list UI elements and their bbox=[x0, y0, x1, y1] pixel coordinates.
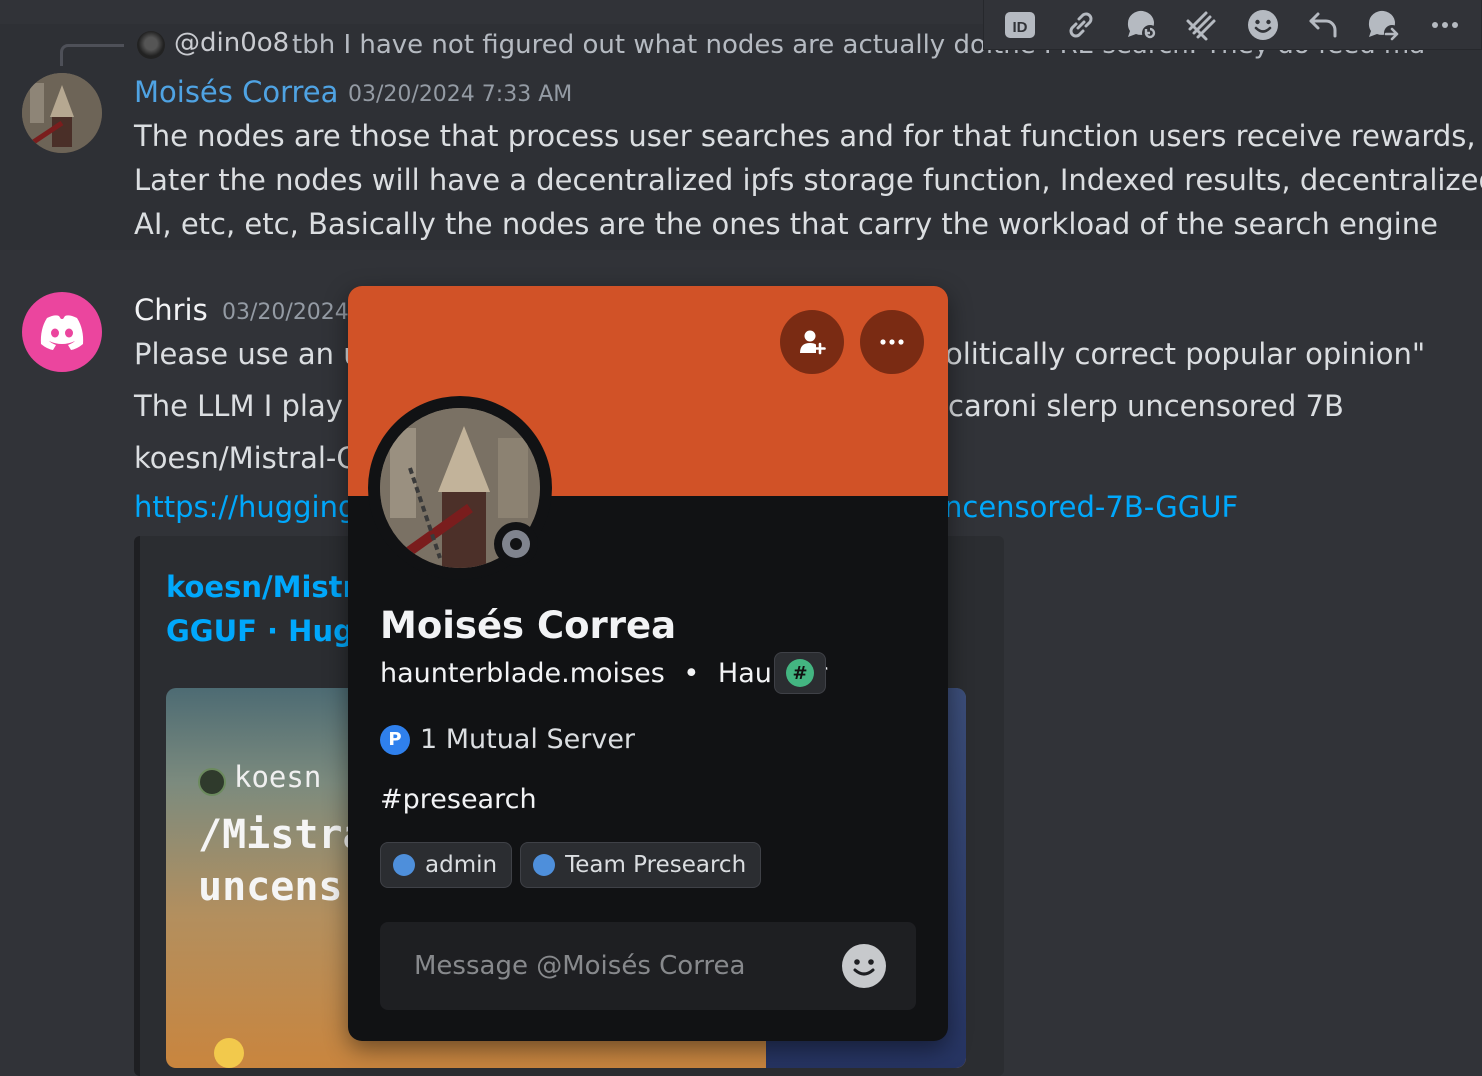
message-link[interactable]: https://hugging bbox=[134, 490, 356, 524]
discord-logo-icon bbox=[40, 315, 84, 350]
smile-icon bbox=[853, 959, 875, 976]
direct-message-box bbox=[380, 922, 916, 1010]
embed-user-avatar bbox=[198, 768, 226, 796]
reply-icon[interactable] bbox=[1304, 6, 1342, 44]
reply-author[interactable]: @din0o8 bbox=[174, 28, 289, 58]
profile-popout: Moisés Correa haunterblade.moises • Haun… bbox=[348, 286, 948, 1041]
message-timestamp: 03/20/2024 7:33 AM bbox=[348, 82, 573, 107]
avatar-art-icon bbox=[22, 73, 102, 153]
message-link-tail[interactable]: ncensored-7B-GGUF bbox=[944, 490, 1238, 524]
add-friend-button[interactable] bbox=[780, 310, 844, 374]
role-admin[interactable]: admin bbox=[380, 842, 513, 888]
message-line-2-left: The LLM I play a bbox=[134, 389, 370, 423]
emoji-picker-button[interactable] bbox=[842, 944, 886, 988]
message-line-1: The nodes are those that process user se… bbox=[134, 119, 1476, 153]
role-label: admin bbox=[425, 852, 498, 878]
separator: • bbox=[683, 658, 700, 689]
message-input[interactable] bbox=[412, 950, 836, 982]
forward-icon[interactable] bbox=[1365, 6, 1403, 44]
add-friend-icon bbox=[800, 330, 826, 355]
embed-image-title-line-2: uncens bbox=[198, 864, 343, 910]
message-line-2: Later the nodes will have a decentralize… bbox=[134, 163, 1482, 197]
add-reaction-icon[interactable] bbox=[1244, 6, 1282, 44]
embed-title[interactable]: koesn/Mistra bbox=[166, 570, 376, 604]
role-color-dot bbox=[393, 854, 415, 876]
status-indicator bbox=[494, 522, 538, 566]
profile-username[interactable]: haunterblade.moises bbox=[380, 658, 665, 689]
message-author[interactable]: Chris bbox=[134, 293, 208, 327]
server-icon: P bbox=[380, 724, 410, 755]
message-actions-toolbar: ID bbox=[983, 0, 1482, 50]
message-line-1-left: Please use an ur bbox=[134, 337, 374, 371]
link-icon[interactable] bbox=[1062, 6, 1100, 44]
reply-connector bbox=[60, 44, 124, 66]
reply-text[interactable]: tbh I have not figured out what nodes ar… bbox=[292, 30, 992, 60]
message-timestamp: 03/20/2024 bbox=[222, 300, 349, 325]
more-button[interactable] bbox=[860, 310, 924, 374]
message-line-2-right: caroni slerp uncensored 7B bbox=[948, 389, 1344, 423]
embed-image-title: /Mistra bbox=[198, 812, 367, 858]
message-line-3: AI, etc, etc, Basically the nodes are th… bbox=[134, 207, 1438, 241]
avatar[interactable] bbox=[22, 73, 102, 153]
reply-avatar[interactable] bbox=[137, 31, 165, 59]
message-author[interactable]: Moisés Correa bbox=[134, 75, 338, 109]
role-color-dot bbox=[533, 854, 556, 876]
mutual-servers[interactable]: P 1 Mutual Server bbox=[380, 724, 635, 755]
mutual-servers-label: 1 Mutual Server bbox=[420, 724, 636, 755]
offline-status-icon bbox=[502, 530, 530, 558]
hash-icon: # bbox=[786, 659, 814, 687]
svg-text:ID: ID bbox=[1013, 19, 1028, 36]
id-icon[interactable]: ID bbox=[1001, 6, 1039, 44]
profile-username-row: haunterblade.moises • Haunter bbox=[380, 658, 827, 689]
server-tag-badge[interactable]: # bbox=[774, 652, 826, 694]
avatar[interactable] bbox=[22, 292, 102, 372]
more-icon bbox=[880, 339, 904, 345]
more-icon[interactable] bbox=[1426, 6, 1464, 44]
message-line-3: koesn/Mistral-C bbox=[134, 441, 357, 475]
profile-bio: #presearch bbox=[380, 784, 537, 815]
role-team-presearch[interactable]: Team Presearch bbox=[520, 842, 762, 888]
role-label: Team Presearch bbox=[565, 852, 747, 878]
embed-image-user: koesn bbox=[234, 760, 322, 794]
emoji-icon bbox=[214, 1038, 244, 1068]
thread-icon[interactable] bbox=[1123, 6, 1161, 44]
roles-list: admin Team Presearch bbox=[380, 842, 762, 888]
message-line-1-right: olitically correct popular opinion" bbox=[945, 337, 1426, 371]
profile-display-name: Moisés Correa bbox=[380, 604, 677, 647]
mention-toggle-icon[interactable] bbox=[1183, 6, 1221, 44]
